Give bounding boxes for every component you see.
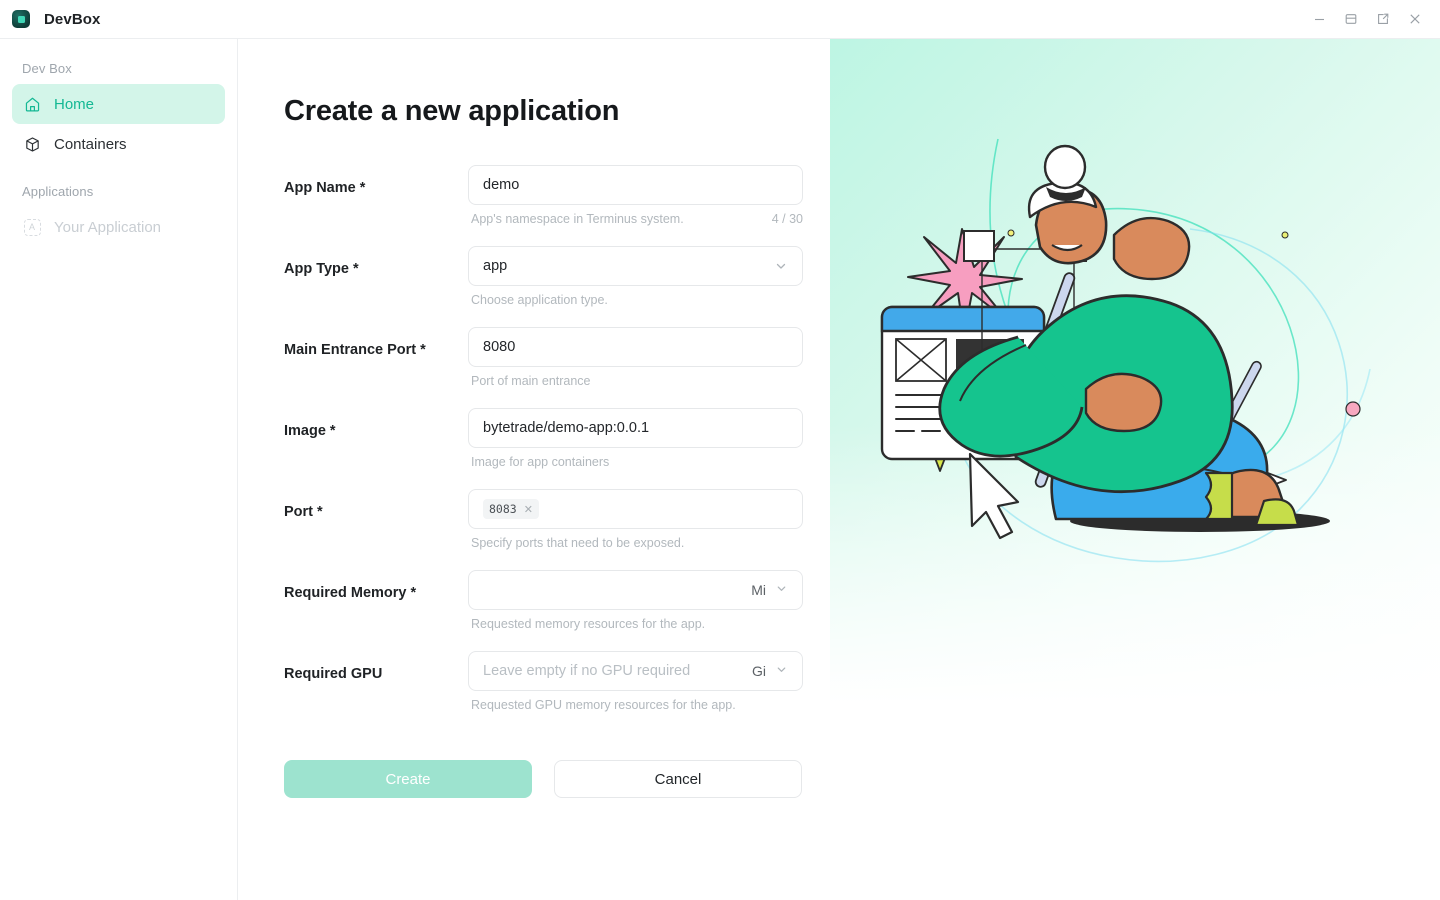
gpu-unit-select[interactable]: Gi [752, 663, 788, 679]
person-illustration [938, 144, 1330, 532]
sidebar-item-containers[interactable]: Containers [12, 124, 225, 164]
restore-button[interactable] [1336, 5, 1366, 33]
help-text: Requested memory resources for the app. [471, 617, 706, 631]
cancel-button[interactable]: Cancel [554, 760, 802, 798]
create-application-form: App Name * demo App's namespace in Termi… [284, 165, 804, 732]
sidebar-item-label: Your Application [54, 218, 162, 236]
app-placeholder-glyph: A [23, 218, 41, 236]
port-tags-input[interactable]: 8083 ✕ [468, 489, 803, 529]
sparkle-yellow [903, 398, 977, 472]
dot-pink-right [1345, 401, 1361, 417]
field-app-name: App Name * demo App's namespace in Termi… [284, 165, 804, 226]
remove-tag-icon[interactable]: ✕ [524, 503, 533, 516]
chevron-down-icon [774, 259, 788, 273]
minimize-icon [1314, 18, 1324, 20]
help-text: Image for app containers [471, 455, 610, 469]
main-content: Create a new application App Name * demo… [239, 39, 1440, 900]
char-counter: 4 / 30 [771, 212, 803, 226]
field-label: App Name * [284, 180, 366, 196]
image-value: bytetrade/demo-app:0.0.1 [483, 420, 650, 436]
required-gpu-placeholder: Leave empty if no GPU required [483, 663, 691, 679]
dot-yellow [1007, 229, 1015, 237]
title-bar: DevBox [0, 0, 1440, 39]
port-tag[interactable]: 8083 ✕ [483, 499, 539, 519]
app-type-select[interactable]: app [468, 246, 803, 286]
hero-illustration-art [880, 138, 1371, 563]
field-help: Requested memory resources for the app. [468, 617, 803, 631]
close-icon [1410, 14, 1420, 24]
field-image: Image * bytetrade/demo-app:0.0.1 Image f… [284, 408, 804, 469]
field-label: Port * [284, 504, 323, 520]
sidebar: Dev Box Home Containers Applications A Y… [0, 39, 238, 900]
close-button[interactable] [1400, 5, 1430, 33]
app-type-value: app [483, 258, 508, 274]
field-label: Required Memory * [284, 585, 417, 601]
window-controls [1304, 5, 1440, 33]
required-gpu-input[interactable]: Leave empty if no GPU required Gi [468, 651, 803, 691]
cube-icon [22, 134, 42, 154]
dot-pink-left [897, 316, 913, 332]
app-name-input[interactable]: demo [468, 165, 803, 205]
dot-small-right [1281, 231, 1289, 239]
sidebar-item-home[interactable]: Home [12, 84, 225, 124]
devbox-logo-icon [12, 10, 30, 28]
memory-unit-select[interactable]: Mi [751, 582, 788, 598]
field-label: Required GPU [284, 666, 383, 682]
field-help: Choose application type. [468, 293, 803, 307]
connector-nodes [963, 230, 1087, 414]
stylus-sticks [1034, 272, 1262, 488]
cursor-icon [968, 452, 1020, 540]
field-help: Specify ports that need to be exposed. [468, 536, 803, 550]
sidebar-group-label-devbox: Dev Box [22, 61, 72, 76]
starburst-pink [907, 228, 1023, 336]
memory-unit-value: Mi [751, 582, 766, 598]
field-help: Image for app containers [468, 455, 803, 469]
sidebar-group-label-applications: Applications [22, 184, 94, 199]
minimize-button[interactable] [1304, 5, 1334, 33]
popout-button[interactable] [1368, 5, 1398, 33]
field-label: Image * [284, 423, 336, 439]
app-name-value: demo [483, 177, 520, 193]
app-placeholder-icon: A [22, 217, 42, 237]
app-title: DevBox [44, 10, 101, 28]
main-entrance-port-input[interactable]: 8080 [468, 327, 803, 367]
connector-wires [981, 248, 1076, 404]
field-help: Port of main entrance [468, 374, 803, 388]
page-title: Create a new application [284, 95, 620, 127]
field-required-gpu: Required GPU Leave empty if no GPU requi… [284, 651, 804, 712]
help-text: Choose application type. [471, 293, 608, 307]
help-text: App's namespace in Terminus system. [471, 212, 684, 226]
required-memory-input[interactable]: Mi [468, 570, 803, 610]
browser-mockup [880, 305, 1046, 461]
main-entrance-port-value: 8080 [483, 339, 516, 355]
help-text: Requested GPU memory resources for the a… [471, 698, 736, 712]
help-text: Port of main entrance [471, 374, 591, 388]
hero-illustration [830, 39, 1440, 739]
restore-window-icon [1345, 14, 1357, 24]
field-label: Main Entrance Port * [284, 342, 426, 358]
field-port: Port * 8083 ✕ Specify ports that need to… [284, 489, 804, 550]
form-actions: Create Cancel [284, 760, 802, 798]
image-input[interactable]: bytetrade/demo-app:0.0.1 [468, 408, 803, 448]
create-button[interactable]: Create [284, 760, 532, 798]
port-tag-label: 8083 [489, 502, 517, 516]
field-label: App Type * [284, 261, 359, 277]
field-required-memory: Required Memory * Mi Requested memory re… [284, 570, 804, 631]
help-text: Specify ports that need to be exposed. [471, 536, 685, 550]
field-help: App's namespace in Terminus system. 4 / … [468, 212, 803, 226]
home-icon [22, 94, 42, 114]
gpu-unit-value: Gi [752, 663, 766, 679]
external-link-icon [1378, 13, 1389, 24]
field-help: Requested GPU memory resources for the a… [468, 698, 803, 712]
chevron-down-icon [775, 663, 788, 679]
sidebar-item-label: Home [54, 95, 95, 113]
sidebar-item-your-application[interactable]: A Your Application [12, 207, 225, 247]
field-main-entrance-port: Main Entrance Port * 8080 Port of main e… [284, 327, 804, 388]
sparkle-white [1213, 443, 1287, 517]
chevron-down-icon [775, 582, 788, 598]
sidebar-item-label: Containers [54, 135, 127, 153]
field-app-type: App Type * app Choose application type. [284, 246, 804, 307]
dot-small-left [906, 440, 914, 448]
